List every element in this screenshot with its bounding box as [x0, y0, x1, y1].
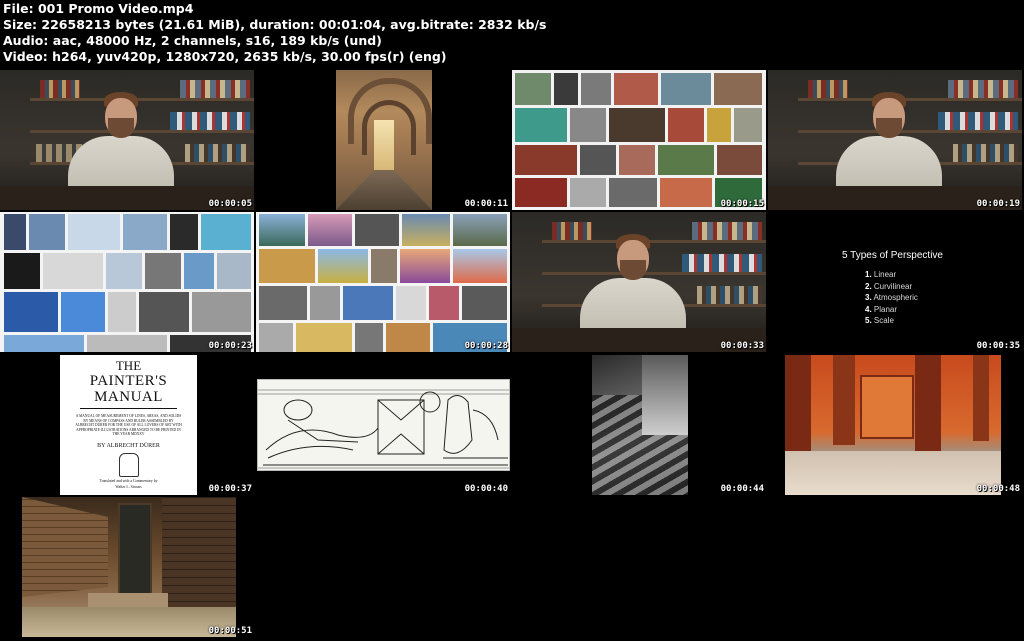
thumbnail-frame[interactable]: THE PAINTER'S MANUAL A MANUAL OF MEASURE… — [0, 355, 254, 495]
book-title-line2: PAINTER'S MANUAL — [89, 373, 168, 405]
timestamp-label: 00:00:44 — [720, 484, 764, 494]
video-info-line: Video: h264, yuv420p, 1280x720, 2635 kb/… — [3, 49, 1003, 65]
slide-list-item: 2. Curvilinear — [865, 281, 913, 291]
thumbnail-frame[interactable]: 00:00:19 — [768, 70, 1022, 210]
thumbnail-frame[interactable]: 00:00:44 — [512, 355, 766, 495]
size-label: Size: — [3, 17, 38, 32]
file-name: 001 Promo Video.mp4 — [37, 1, 194, 16]
file-info-line: File: 001 Promo Video.mp4 — [3, 1, 1003, 17]
slide-list-item: 3. Atmospheric — [865, 293, 918, 302]
thumbnail-frame[interactable]: 00:00:28 — [256, 212, 510, 352]
slide-list-item: 1. Linear — [865, 270, 897, 279]
book-translator-name: Walter L. Strauss — [115, 485, 142, 489]
slide-list: 1. Linear 2. Curvilinear 3. Atmospheric … — [865, 269, 918, 327]
thumbnail-frame[interactable]: 00:00:48 — [768, 355, 1022, 495]
file-label: File: — [3, 1, 34, 16]
thumbnail-frame[interactable]: 00:00:05 — [0, 70, 254, 210]
slide-title: 5 Types of Perspective — [842, 250, 943, 261]
timestamp-label: 00:00:51 — [208, 626, 252, 636]
audio-info-line: Audio: aac, 48000 Hz, 2 channels, s16, 1… — [3, 33, 1003, 49]
timestamp-label: 00:00:15 — [720, 199, 764, 209]
thumbnail-frame[interactable]: 00:00:33 — [512, 212, 766, 352]
book-description: A MANUAL OF MEASUREMENT OF LINES, AREAS,… — [75, 414, 182, 437]
thumbnail-frame[interactable]: 00:00:40 — [256, 355, 510, 495]
timestamp-label: 00:00:28 — [464, 341, 508, 351]
book-emblem-icon — [118, 452, 139, 477]
timestamp-label: 00:00:23 — [208, 341, 252, 351]
book-translator: Translated and with a Commentary by — [99, 479, 158, 483]
slide-list-item: 4. Planar — [865, 304, 898, 314]
timestamp-label: 00:00:48 — [976, 484, 1020, 494]
book-cover: THE PAINTER'S MANUAL A MANUAL OF MEASURE… — [60, 355, 197, 495]
timestamp-label: 00:00:19 — [976, 199, 1020, 209]
thumbnail-frame[interactable]: 5 Types of Perspective 1. Linear 2. Curv… — [768, 212, 1022, 352]
thumbnail-frame[interactable]: 00:00:11 — [256, 70, 510, 210]
timestamp-label: 00:00:33 — [720, 341, 764, 351]
timestamp-label: 00:00:40 — [464, 484, 508, 494]
timestamp-label: 00:00:05 — [208, 199, 252, 209]
timestamp-label: 00:00:35 — [976, 341, 1020, 351]
thumbnail-frame[interactable]: 00:00:51 — [0, 497, 254, 637]
slide-list-item: 5. Scale — [865, 316, 894, 325]
video-label: Video: — [3, 49, 48, 64]
audio-label: Audio: — [3, 33, 49, 48]
size-value: 22658213 bytes (21.61 MiB), duration: 00… — [41, 17, 547, 32]
woodcut-illustration — [258, 389, 509, 469]
thumbnail-frame[interactable]: 00:00:15 — [512, 70, 766, 210]
timestamp-label: 00:00:37 — [208, 484, 252, 494]
audio-value: aac, 48000 Hz, 2 channels, s16, 189 kb/s… — [52, 33, 382, 48]
video-value: h264, yuv420p, 1280x720, 2635 kb/s, 30.0… — [52, 49, 447, 64]
timestamp-label: 00:00:11 — [464, 199, 508, 209]
size-info-line: Size: 22658213 bytes (21.61 MiB), durati… — [3, 17, 1003, 33]
thumbnail-frame[interactable]: 00:00:23 — [0, 212, 254, 352]
book-title-line1: THE — [115, 358, 142, 373]
book-author: BY ALBRECHT DÜRER — [97, 442, 160, 449]
